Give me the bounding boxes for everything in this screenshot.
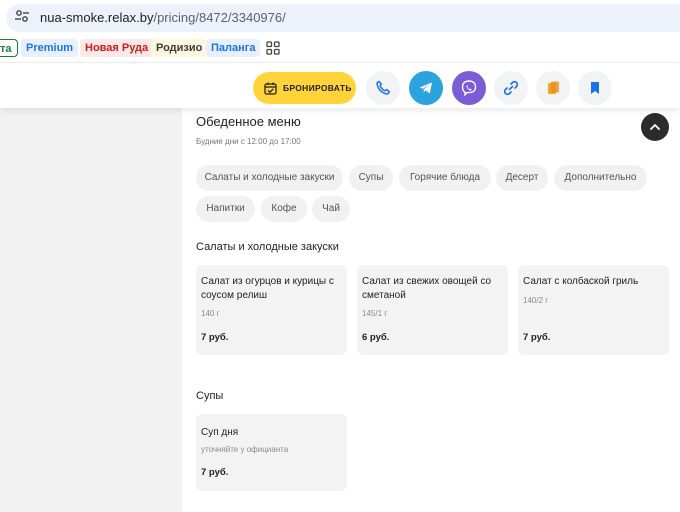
category-chip[interactable]: Десерт bbox=[496, 165, 548, 191]
category-chip[interactable]: Салаты и холодные закуски bbox=[196, 165, 343, 191]
menu-hours: Будние дни с 12:00 до 17:00 bbox=[196, 137, 301, 146]
item-name: Салат с колбаской гриль bbox=[523, 276, 639, 287]
book-button[interactable]: БРОНИРОВАТЬ bbox=[253, 72, 356, 104]
item-price: 7 руб. bbox=[201, 332, 229, 343]
link-icon bbox=[503, 80, 519, 96]
item-name: Салат из огурцов и курицы с соусом релиш bbox=[201, 276, 334, 301]
chevron-up-icon bbox=[650, 124, 660, 130]
bookmarks-bar: та Premium Новая Руда Родизио Паланга bbox=[0, 36, 680, 62]
apps-grid-icon[interactable] bbox=[266, 41, 280, 55]
copy-button[interactable] bbox=[536, 71, 570, 105]
telegram-icon bbox=[419, 82, 432, 94]
bookmark-item[interactable]: Родизио bbox=[151, 39, 208, 57]
calendar-check-icon bbox=[264, 82, 277, 95]
item-price: 7 руб. bbox=[201, 467, 229, 478]
item-weight: 140/2 г bbox=[523, 296, 549, 305]
phone-icon bbox=[376, 80, 391, 95]
bookmark-item[interactable]: Premium bbox=[21, 39, 79, 57]
menu-title: Обеденное меню bbox=[196, 114, 301, 129]
section-title: Салаты и холодные закуски bbox=[196, 241, 339, 253]
copy-icon bbox=[548, 81, 559, 94]
menu-item-card[interactable]: Салат из свежих овощей со сметаной 145/1… bbox=[357, 265, 508, 355]
viber-button[interactable] bbox=[452, 71, 486, 105]
menu-item-card[interactable]: Салат из огурцов и курицы с соусом релиш… bbox=[196, 265, 347, 355]
category-chip[interactable]: Супы bbox=[349, 165, 393, 191]
left-sidebar-area bbox=[0, 108, 182, 512]
address-bar: nua-smoke.relax.by/pricing/8472/3340976/ bbox=[0, 0, 680, 36]
url-text[interactable]: nua-smoke.relax.by/pricing/8472/3340976/ bbox=[40, 10, 286, 25]
url-path: /pricing/8472/3340976/ bbox=[153, 10, 286, 25]
viber-icon bbox=[461, 80, 477, 97]
bookmark-item[interactable]: Новая Руда bbox=[80, 39, 154, 57]
item-price: 6 руб. bbox=[362, 332, 390, 343]
category-chip[interactable]: Дополнительно bbox=[554, 165, 647, 191]
section-title: Супы bbox=[196, 390, 224, 402]
phone-button[interactable] bbox=[366, 71, 400, 105]
item-weight: 140 г bbox=[201, 309, 220, 318]
category-chip[interactable]: Горячие блюда bbox=[399, 165, 491, 191]
bookmark-item[interactable]: та bbox=[0, 39, 18, 57]
site-settings-icon[interactable] bbox=[14, 8, 30, 24]
bookmark-icon bbox=[591, 82, 599, 94]
telegram-button[interactable] bbox=[409, 71, 443, 105]
item-weight: уточняйте у официанта bbox=[201, 445, 289, 454]
item-price: 7 руб. bbox=[523, 332, 551, 343]
bookmark-item[interactable]: Паланга bbox=[206, 39, 261, 57]
browser-window: nua-smoke.relax.by/pricing/8472/3340976/… bbox=[0, 0, 680, 512]
action-bar: БРОНИРОВАТЬ bbox=[0, 62, 680, 108]
book-button-label: БРОНИРОВАТЬ bbox=[283, 83, 352, 93]
bookmark-button[interactable] bbox=[578, 71, 612, 105]
item-weight: 145/1 г bbox=[362, 309, 388, 318]
menu-item-card[interactable]: Суп дня уточняйте у официанта 7 руб. bbox=[196, 414, 347, 491]
category-chip[interactable]: Чай bbox=[312, 196, 350, 222]
menu-item-card[interactable]: Салат с колбаской гриль 140/2 г 7 руб. bbox=[518, 265, 669, 355]
share-link-button[interactable] bbox=[494, 71, 528, 105]
category-chip[interactable]: Кофе bbox=[261, 196, 307, 222]
category-chip[interactable]: Напитки bbox=[196, 196, 255, 222]
item-name: Суп дня bbox=[201, 427, 239, 438]
item-name: Салат из свежих овощей со сметаной bbox=[362, 276, 492, 301]
scroll-to-top-button[interactable] bbox=[641, 113, 669, 141]
url-host: nua-smoke.relax.by bbox=[40, 10, 154, 25]
